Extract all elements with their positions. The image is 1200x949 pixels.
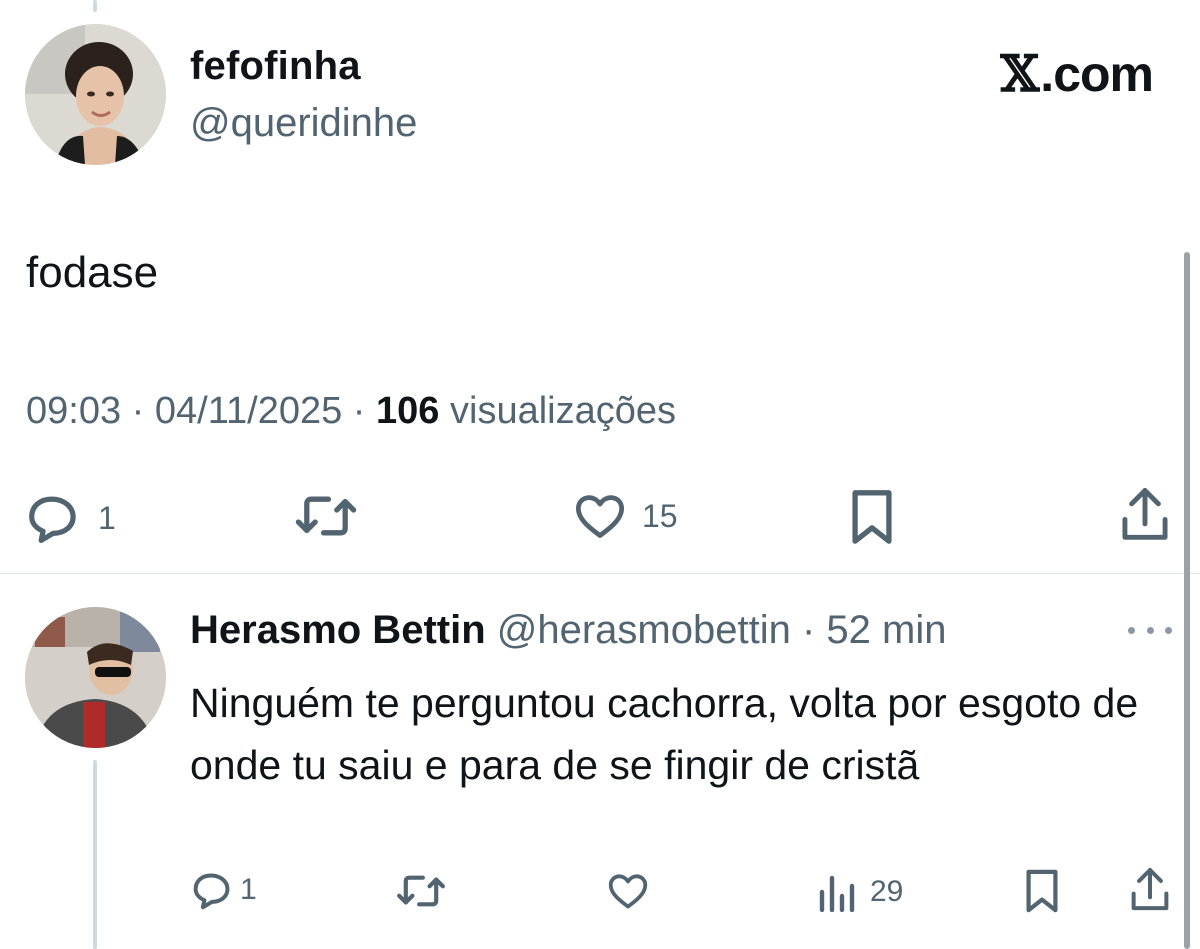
reply-icon <box>29 496 76 544</box>
reply-bookmark-button[interactable] <box>1024 868 1060 914</box>
tweet-actions: 1 15 <box>0 480 1200 550</box>
meta-separator: · <box>121 390 155 432</box>
share-button[interactable] <box>1120 486 1170 544</box>
retweet-button[interactable] <box>294 492 358 540</box>
reply-reply-count: 1 <box>240 873 257 906</box>
reply-reply-button[interactable]: 1 <box>190 870 257 910</box>
more-dot <box>1128 626 1135 634</box>
like-button[interactable]: 15 <box>574 492 678 540</box>
reply-separator: · <box>790 608 827 652</box>
tweet-date[interactable]: 04/11/2025 <box>155 390 342 432</box>
tweet-time[interactable]: 09:03 <box>26 390 121 432</box>
retweet-icon <box>397 875 445 907</box>
reply-text: Ninguém te perguntou cachorra, volta por… <box>190 680 1139 788</box>
reply-author-avatar[interactable] <box>25 607 166 748</box>
more-icon[interactable] <box>1128 618 1172 642</box>
scrollbar[interactable] <box>1184 252 1190 949</box>
share-icon <box>1122 488 1168 540</box>
reply-button[interactable]: 1 <box>24 492 116 544</box>
reply-actions: 1 29 <box>0 862 1200 922</box>
views-count: 106 <box>376 390 440 432</box>
author-avatar[interactable] <box>25 24 166 165</box>
logo-suffix: .com <box>1040 45 1154 102</box>
share-icon <box>1131 868 1169 911</box>
reply-views-count: 29 <box>870 875 904 908</box>
author-handle[interactable]: @queridinhe <box>190 101 417 146</box>
like-icon <box>575 495 625 538</box>
more-dot <box>1146 626 1154 634</box>
author-name[interactable]: fefofinha <box>190 44 361 89</box>
meta-separator: · <box>342 390 377 432</box>
x-com-logo: 𝕏 .com <box>1001 44 1154 103</box>
thread-line-top <box>93 0 97 12</box>
bookmark-icon <box>852 490 892 544</box>
reply-like-button[interactable] <box>607 872 649 910</box>
x-logo-icon: 𝕏 <box>1000 44 1040 103</box>
reply-author-handle[interactable]: @herasmobettin <box>497 608 791 652</box>
divider <box>0 573 1200 574</box>
reply-icon <box>193 873 230 910</box>
retweet-icon <box>295 496 357 536</box>
tweet-meta: 09:03 · 04/11/2025 · 106 visualizações <box>26 390 676 433</box>
reply-count: 1 <box>98 499 116 536</box>
more-dot <box>1165 626 1172 634</box>
reply-share-button[interactable] <box>1130 866 1170 914</box>
views-label: visualizações <box>439 390 676 432</box>
reply-author-name[interactable]: Herasmo Bettin <box>190 608 486 652</box>
bookmark-icon <box>1026 869 1058 913</box>
like-count: 15 <box>642 497 678 534</box>
views-icon <box>819 875 855 912</box>
reply-header: Herasmo Bettin @herasmobettin · 52 min <box>190 608 946 653</box>
reply-views-button[interactable]: 29 <box>816 872 903 912</box>
reply-retweet-button[interactable] <box>396 872 446 910</box>
like-icon <box>608 874 648 909</box>
bookmark-button[interactable] <box>850 488 894 546</box>
reply-time[interactable]: 52 min <box>826 608 946 652</box>
tweet-text: fodase <box>26 248 159 297</box>
